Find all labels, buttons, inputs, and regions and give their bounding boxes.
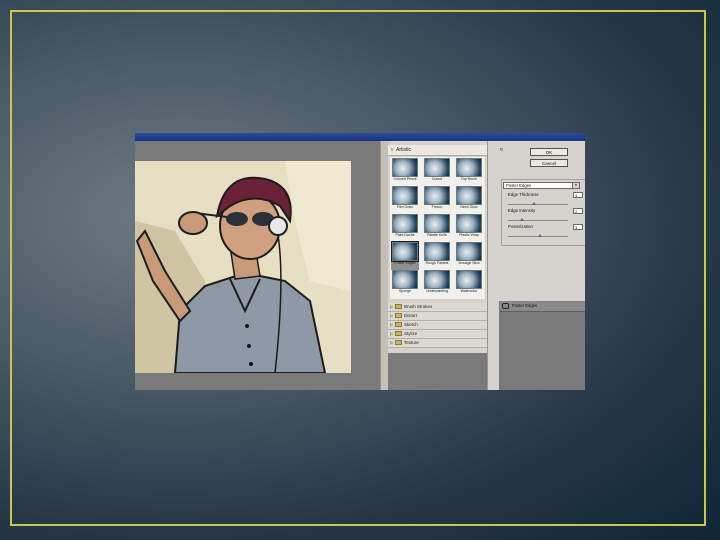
filter-label: Paint Daubs — [395, 233, 415, 237]
cancel-button[interactable]: Cancel — [530, 159, 568, 167]
filter-fresco[interactable]: Fresco — [423, 186, 451, 214]
folder-label: Sketch — [404, 322, 418, 327]
folder-label: Brush Strokes — [404, 304, 433, 309]
folder-label: Artistic — [396, 147, 411, 153]
folder-brush-strokes[interactable]: ▷ Brush Strokes — [388, 303, 487, 312]
filter-cutout[interactable]: Cutout — [423, 158, 451, 186]
filter-thumbnail-image — [424, 186, 450, 205]
filter-thumbnail-image — [392, 186, 418, 205]
filter-underpainting[interactable]: Underpainting — [423, 270, 451, 298]
filter-label: Plastic Wrap — [459, 233, 479, 237]
filter-thumbnail-image — [392, 214, 418, 233]
preview-area — [135, 141, 380, 390]
filter-rough-pastels[interactable]: Rough Pastels — [423, 242, 451, 270]
filter-label: Colored Pencil — [393, 177, 417, 181]
filter-label: Watercolor — [460, 289, 478, 293]
filter-label: Smudge Stick — [458, 261, 480, 265]
posterization-label: Posterization — [508, 224, 533, 229]
filter-label: Sponge — [398, 289, 412, 293]
filter-thumbnail-image — [424, 214, 450, 233]
chevron-right-icon: ▷ — [389, 313, 394, 318]
folder-icon — [395, 322, 402, 328]
filter-label: Fresco — [431, 205, 443, 209]
filter-thumbnail-image — [456, 158, 482, 177]
filter-thumbnail-image — [392, 158, 418, 177]
posterization-slider[interactable] — [508, 234, 568, 237]
filter-gallery-panel: ▿ Artistic Colored Pencil Cutout Dry Brus… — [388, 145, 487, 390]
edge-intensity-input[interactable]: 2 — [573, 208, 583, 214]
filter-select[interactable]: Poster Edges ▼ — [503, 182, 580, 189]
filter-film-grain[interactable]: Film Grain — [391, 186, 419, 214]
folder-texture[interactable]: ▷ Texture — [388, 339, 487, 348]
filter-gallery-window: ▿ Artistic Colored Pencil Cutout Dry Brus… — [135, 133, 585, 390]
slider-knob[interactable] — [532, 202, 536, 205]
filter-thumbnail-image — [456, 186, 482, 205]
folder-label: Distort — [404, 313, 418, 318]
filter-thumbnail-image — [456, 242, 482, 261]
slider-knob[interactable] — [538, 234, 542, 237]
folder-distort[interactable]: ▷ Distort — [388, 312, 487, 321]
filter-thumbnail-image — [392, 270, 418, 289]
filter-thumbnail-image — [456, 270, 482, 289]
filter-controls-panel: ¤ OK Cancel Poster Edges ▼ Edge Thicknes… — [499, 141, 585, 390]
filter-thumbnail-image — [456, 214, 482, 233]
gallery-empty-area — [388, 353, 487, 390]
folder-label: Texture — [404, 340, 419, 345]
chevron-down-icon: ▼ — [572, 183, 579, 188]
filter-thumbnail-image — [424, 158, 450, 177]
filter-sponge[interactable]: Sponge — [391, 270, 419, 298]
filter-label: Rough Pastels — [425, 261, 449, 265]
edge-intensity-label: Edge Intensity — [508, 208, 536, 213]
filter-dry-brush[interactable]: Dry Brush — [455, 158, 483, 186]
filter-colored-pencil[interactable]: Colored Pencil — [391, 158, 419, 186]
title-bar — [135, 133, 585, 141]
effect-layer-label: Poster Edges — [512, 303, 538, 308]
filter-palette-knife[interactable]: Palette Knife — [423, 214, 451, 242]
folder-icon — [395, 313, 402, 319]
folder-sketch[interactable]: ▷ Sketch — [388, 321, 487, 330]
filter-thumbnails: Colored Pencil Cutout Dry Brush Film Gra… — [390, 157, 485, 299]
filter-plastic-wrap[interactable]: Plastic Wrap — [455, 214, 483, 242]
filter-label: Film Grain — [396, 205, 414, 209]
filter-label: Palette Knife — [427, 233, 447, 237]
ok-button[interactable]: OK — [530, 148, 568, 156]
folder-artistic[interactable]: ▿ Artistic — [388, 145, 487, 156]
filter-select-value: Poster Edges — [506, 183, 532, 188]
folder-stylize[interactable]: ▷ Stylize — [388, 330, 487, 339]
filter-label: Neon Glow — [460, 205, 478, 209]
edge-thickness-slider[interactable] — [508, 202, 568, 205]
filter-poster-edges[interactable]: Poster Edges — [391, 241, 419, 270]
chevron-right-icon: ▷ — [389, 331, 394, 336]
preview-image — [135, 161, 351, 373]
edge-intensity-slider[interactable] — [508, 218, 568, 221]
posterization-input[interactable]: 3 — [573, 224, 583, 230]
filter-label: Dry Brush — [461, 177, 477, 181]
filter-thumbnail-image — [424, 242, 450, 261]
chevron-down-icon: ▿ — [390, 147, 394, 153]
filter-label: Poster Edges — [394, 261, 416, 265]
filter-watercolor[interactable]: Watercolor — [455, 270, 483, 298]
chevron-right-icon: ▷ — [389, 322, 394, 327]
effect-layers-panel: Poster Edges — [499, 301, 585, 390]
filter-neon-glow[interactable]: Neon Glow — [455, 186, 483, 214]
edge-thickness-input[interactable]: 4 — [573, 192, 583, 198]
filter-paint-daubs[interactable]: Paint Daubs — [391, 214, 419, 242]
chevron-right-icon: ▷ — [389, 340, 394, 345]
filter-label: Underpainting — [426, 289, 448, 293]
filter-smudge-stick[interactable]: Smudge Stick — [455, 242, 483, 270]
collapse-icon[interactable]: ¤ — [500, 147, 503, 153]
folder-icon — [395, 304, 402, 310]
chevron-right-icon: ▷ — [389, 304, 394, 309]
effect-layer-row[interactable]: Poster Edges — [500, 301, 585, 312]
folder-label: Stylize — [404, 331, 418, 336]
filter-label: Cutout — [431, 177, 443, 181]
eye-icon[interactable] — [502, 302, 509, 309]
edge-thickness-label: Edge Thickness — [508, 192, 539, 197]
folder-icon — [395, 340, 402, 346]
folder-icon — [395, 331, 402, 337]
filter-thumbnail-image — [391, 241, 419, 262]
filter-thumbnail-image — [424, 270, 450, 289]
slider-knob[interactable] — [520, 218, 524, 221]
